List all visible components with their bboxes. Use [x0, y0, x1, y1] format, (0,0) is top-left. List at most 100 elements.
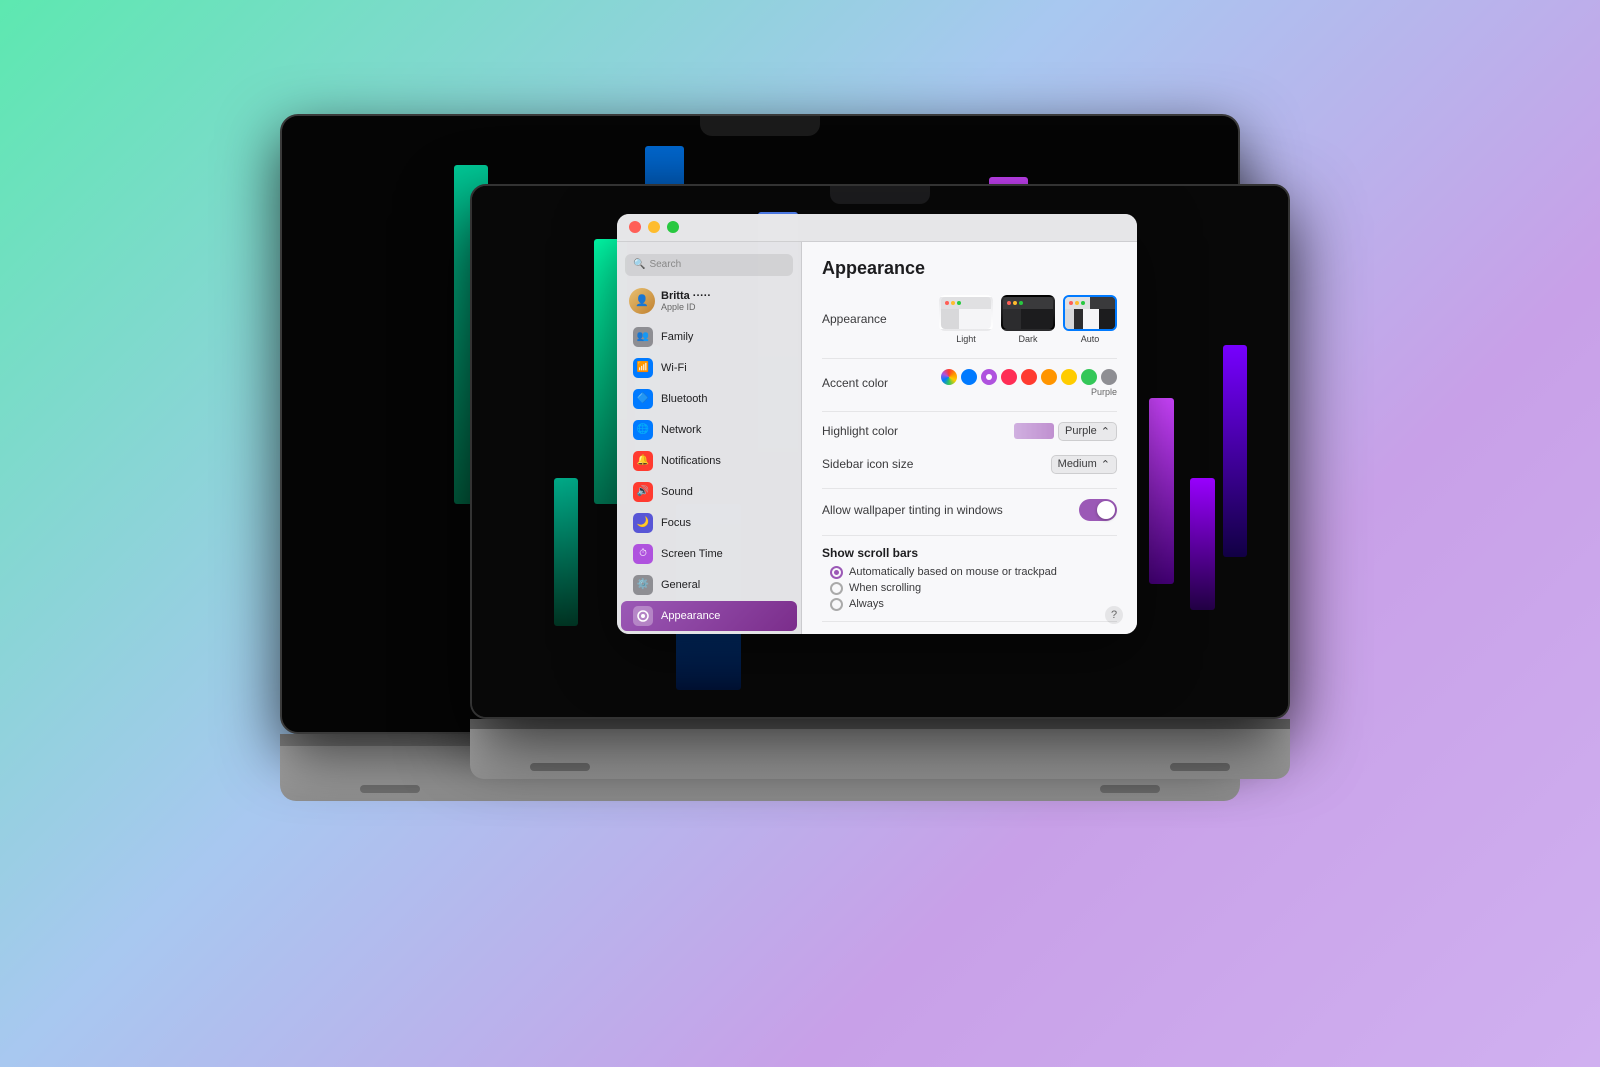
appearance-row: Appearance — [822, 295, 1117, 344]
notifications-icon: 🔔 — [633, 451, 653, 471]
sidebar-item-appearance[interactable]: Appearance — [621, 601, 797, 631]
scroll-scrolling-label: When scrolling — [849, 582, 921, 594]
wallpaper-tinting-row: Allow wallpaper tinting in windows — [822, 499, 1117, 521]
appearance-dark-thumb — [1001, 295, 1055, 331]
minimize-button[interactable] — [648, 221, 660, 233]
front-foot-left — [530, 763, 590, 771]
wallpaper-tinting-toggle[interactable] — [1079, 499, 1117, 521]
accent-color-label: Accent color — [822, 376, 922, 390]
accent-multicolor[interactable] — [941, 369, 957, 385]
sidebar-label-general: General — [661, 579, 700, 591]
appearance-dark[interactable]: Dark — [1001, 295, 1055, 344]
scroll-bars-options: Automatically based on mouse or trackpad… — [830, 566, 1117, 611]
scroll-scrolling-radio[interactable] — [830, 582, 843, 595]
sidebar-label-bluetooth: Bluetooth — [661, 393, 707, 405]
sound-icon: 🔊 — [633, 482, 653, 502]
front-hinge — [470, 719, 1290, 729]
sidebar-item-wifi[interactable]: 📶 Wi-Fi — [621, 353, 797, 383]
window-content: Appearance Appearance — [802, 242, 1137, 634]
sidebar-item-general[interactable]: ⚙️ General — [621, 570, 797, 600]
wblock-12 — [1223, 345, 1247, 557]
accent-green[interactable] — [1081, 369, 1097, 385]
front-notch — [830, 186, 930, 204]
scroll-scrolling-option[interactable]: When scrolling — [830, 582, 1117, 595]
sidebar-size-arrow: ⌃ — [1101, 458, 1110, 471]
highlight-value: Purple — [1065, 425, 1097, 437]
accent-colors-container: Purple — [941, 369, 1117, 397]
sidebar-item-focus[interactable]: 🌙 Focus — [621, 508, 797, 538]
sidebar-item-notifications[interactable]: 🔔 Notifications — [621, 446, 797, 476]
appearance-dark-label: Dark — [1018, 334, 1037, 344]
wblock-7 — [1190, 478, 1214, 611]
wallpaper-tinting-label: Allow wallpaper tinting in windows — [822, 503, 1003, 517]
accent-yellow[interactable] — [1061, 369, 1077, 385]
sidebar-size-value: Medium — [1058, 458, 1097, 470]
sidebar-icon-label: Sidebar icon size — [822, 457, 922, 471]
close-button[interactable] — [629, 221, 641, 233]
appearance-auto[interactable]: Auto — [1063, 295, 1117, 344]
sidebar-icon-row: Sidebar icon size Medium ⌃ — [822, 455, 1117, 474]
back-notch — [700, 116, 820, 136]
sidebar-label-family: Family — [661, 331, 693, 343]
accent-graphite[interactable] — [1101, 369, 1117, 385]
divider-5 — [822, 621, 1117, 622]
scroll-always-radio[interactable] — [830, 598, 843, 611]
front-base — [470, 729, 1290, 779]
highlight-dropdown[interactable]: Purple ⌃ — [1058, 422, 1117, 441]
highlight-swatch — [1014, 423, 1054, 439]
accent-purple[interactable] — [981, 369, 997, 385]
highlight-color-label: Highlight color — [822, 424, 922, 438]
sidebar-label-sound: Sound — [661, 486, 693, 498]
bluetooth-icon: 🔷 — [633, 389, 653, 409]
toggle-knob — [1097, 501, 1115, 519]
accent-orange[interactable] — [1041, 369, 1057, 385]
sidebar-label-focus: Focus — [661, 517, 691, 529]
sidebar-item-network[interactable]: 🌐 Network — [621, 415, 797, 445]
scroll-always-option[interactable]: Always — [830, 598, 1117, 611]
sidebar-item-accessibility[interactable]: ♿ Accessibility — [621, 632, 797, 634]
scroll-auto-option[interactable]: Automatically based on mouse or trackpad — [830, 566, 1117, 579]
focus-icon: 🌙 — [633, 513, 653, 533]
scroll-auto-radio[interactable] — [830, 566, 843, 579]
sidebar-item-sound[interactable]: 🔊 Sound — [621, 477, 797, 507]
appearance-options: Light — [939, 295, 1117, 344]
appearance-light-label: Light — [956, 334, 976, 344]
family-icon: 👥 — [633, 327, 653, 347]
highlight-color-row: Highlight color Purple ⌃ — [822, 422, 1117, 441]
appearance-icon — [633, 606, 653, 626]
wblock-10 — [554, 478, 578, 627]
appearance-label: Appearance — [822, 312, 922, 326]
sidebar-label-screentime: Screen Time — [661, 548, 723, 560]
sidebar-item-bluetooth[interactable]: 🔷 Bluetooth — [621, 384, 797, 414]
sidebar-size-dropdown[interactable]: Medium ⌃ — [1051, 455, 1117, 474]
window-titlebar — [617, 214, 1137, 242]
search-icon: 🔍 — [633, 259, 645, 270]
front-screen: 🔍 Search 👤 Britta ····· Apple I — [470, 184, 1290, 719]
help-button[interactable]: ? — [1105, 606, 1123, 624]
divider-4 — [822, 535, 1117, 536]
user-avatar: 👤 — [629, 288, 655, 314]
sidebar-label-notifications: Notifications — [661, 455, 721, 467]
accent-blue[interactable] — [961, 369, 977, 385]
accent-selected-label: Purple — [1091, 387, 1117, 397]
divider-2 — [822, 411, 1117, 412]
accent-pink[interactable] — [1001, 369, 1017, 385]
scroll-bars-label: Show scroll bars — [822, 546, 1117, 560]
user-item[interactable]: 👤 Britta ····· Apple ID — [617, 284, 801, 318]
sysprefs-window: 🔍 Search 👤 Britta ····· Apple I — [617, 214, 1137, 634]
maximize-button[interactable] — [667, 221, 679, 233]
user-name: Britta ····· — [661, 290, 711, 302]
wblock-6 — [1149, 398, 1173, 584]
user-subtitle: Apple ID — [661, 302, 711, 312]
screentime-icon: ⏱ — [633, 544, 653, 564]
scroll-always-label: Always — [849, 598, 884, 610]
accent-red[interactable] — [1021, 369, 1037, 385]
user-info: Britta ····· Apple ID — [661, 290, 711, 312]
appearance-light[interactable]: Light — [939, 295, 993, 344]
scroll-auto-label: Automatically based on mouse or trackpad — [849, 566, 1057, 578]
general-icon: ⚙️ — [633, 575, 653, 595]
search-box[interactable]: 🔍 Search — [625, 254, 793, 276]
sidebar-item-screentime[interactable]: ⏱ Screen Time — [621, 539, 797, 569]
sidebar-item-family[interactable]: 👥 Family — [621, 322, 797, 352]
click-scroll-section: Click in the scroll bar to Jump to the n… — [822, 632, 1117, 634]
